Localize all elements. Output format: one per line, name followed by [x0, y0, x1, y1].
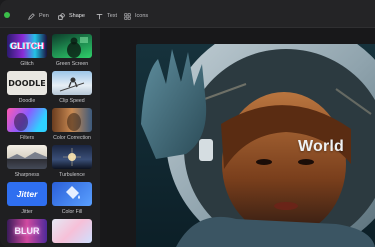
paint-bucket-icon: [66, 186, 80, 199]
effect-label: Green Screen: [55, 61, 89, 67]
sparkle-icon: [63, 148, 81, 166]
tool-icons-label: Icons: [135, 13, 149, 19]
effect-item-12[interactable]: [52, 219, 92, 243]
effects-sidebar: GLITCH Glitch Green Screen DOODLE Doodle…: [0, 28, 100, 247]
effect-label: Glitch: [20, 61, 34, 67]
glitch-thumb-text: GLITCH: [10, 41, 44, 51]
clip-speed-thumbnail: [52, 71, 92, 95]
effect-blur[interactable]: BLUR: [7, 219, 47, 243]
effect-label: Clip Speed: [59, 98, 85, 104]
tool-shape-label: Shape: [69, 13, 85, 19]
jitter-thumb-text: Jitter: [16, 189, 38, 199]
color-fill-thumbnail: [52, 182, 92, 206]
effect-label: Color Correction: [53, 135, 91, 141]
effect-label: Sharpness: [14, 172, 40, 178]
tool-icons[interactable]: Icons: [124, 10, 148, 22]
canvas-area: World: [100, 28, 375, 247]
tool-text-label: Text: [107, 13, 118, 19]
effect-clip-speed[interactable]: Clip Speed: [52, 71, 92, 104]
effect-doodle[interactable]: DOODLE Doodle: [7, 71, 47, 104]
effect-color-fill[interactable]: Color Fill: [52, 182, 92, 215]
text-icon: [96, 13, 103, 19]
turbulence-thumbnail: [52, 145, 92, 169]
effect-label: Color Fill: [61, 209, 83, 215]
doodle-thumbnail: DOODLE: [7, 71, 47, 95]
effect-label: Doodle: [18, 98, 36, 104]
skier-icon: [59, 77, 85, 92]
jitter-thumbnail: Jitter: [7, 182, 47, 206]
tool-pen-label: Pen: [39, 13, 49, 19]
shape-icon: [58, 12, 65, 20]
effect-label: Filters: [19, 135, 35, 141]
toolbar: Pen Shape Text Icons: [0, 0, 375, 28]
effect-glitch[interactable]: GLITCH Glitch: [7, 34, 47, 67]
canvas-text-overlay[interactable]: World: [298, 138, 344, 156]
tool-pen[interactable]: Pen: [28, 10, 49, 22]
portrait-silhouette: [14, 113, 28, 131]
effect-green-screen[interactable]: Green Screen: [52, 34, 92, 67]
effect-thumbnail: [52, 219, 92, 243]
effect-label: Jitter: [21, 209, 33, 215]
icons-icon: [124, 12, 131, 20]
effect-sharpness[interactable]: Sharpness: [7, 145, 47, 178]
effect-color-correction[interactable]: Color Correction: [52, 108, 92, 141]
editor-window: Pen Shape Text Icons GLITCH Glitch Green…: [0, 0, 375, 247]
glitch-thumbnail: GLITCH: [7, 34, 47, 58]
window-control-dot[interactable]: [4, 12, 10, 18]
tool-shape[interactable]: Shape: [58, 10, 85, 22]
landscape-icon: [7, 152, 47, 159]
effect-jitter[interactable]: Jitter Jitter: [7, 182, 47, 215]
doodle-thumb-text: DOODLE: [8, 78, 46, 88]
green-screen-thumbnail: [52, 34, 92, 58]
tool-text[interactable]: Text: [96, 10, 117, 22]
blur-thumb-text: BLUR: [14, 226, 40, 236]
effect-filters[interactable]: Filters: [7, 108, 47, 141]
figure-silhouette: [67, 37, 88, 58]
pen-icon: [28, 12, 35, 20]
effect-label: Turbulence: [59, 172, 85, 178]
portrait-silhouette: [67, 113, 81, 131]
color-correction-thumbnail: [52, 108, 92, 132]
sharpness-thumbnail: [7, 145, 47, 169]
filters-thumbnail: [7, 108, 47, 132]
effect-turbulence[interactable]: Turbulence: [52, 145, 92, 178]
blur-thumbnail: BLUR: [7, 219, 47, 243]
